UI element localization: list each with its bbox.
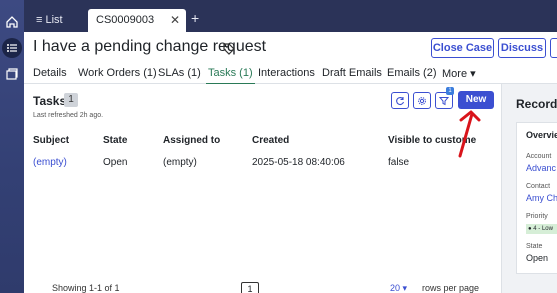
cell-visible: false [388,157,410,168]
rows-per-page-select[interactable]: 20 ▾ [390,283,407,293]
column-header-state[interactable]: State [103,135,127,146]
discuss-button[interactable]: Discuss [498,38,546,58]
tab-label: List [45,14,63,26]
add-tab-icon[interactable]: + [191,10,199,26]
field-label-state: State [526,243,543,250]
pagination-summary: Showing 1-1 of 1 [52,283,120,293]
column-header-created[interactable]: Created [252,135,289,146]
list-icon: ≡ [36,14,43,26]
nav-rail [0,0,24,293]
record-info-title: Record I [516,97,557,111]
panel-title: Tasks [33,94,67,108]
tab-list[interactable]: ≡ List [28,9,84,32]
field-value-contact[interactable]: Amy Ch [526,193,557,203]
filter-icon [439,96,449,105]
tab-slas[interactable]: SLAs (1) [158,67,201,79]
tab-draft-emails[interactable]: Draft Emails [322,67,382,79]
record-subtabs: Details Work Orders (1) SLAs (1) Tasks (… [24,62,557,85]
gear-icon [418,96,426,105]
close-case-button[interactable]: Close Case [431,38,494,58]
tab-more[interactable]: More ▾ [442,67,476,80]
field-value-state: Open [526,253,549,263]
task-count-badge: 1 [64,93,78,107]
home-icon[interactable] [4,14,20,30]
priority-value: 4 - Low [533,226,553,232]
last-refreshed: Last refreshed 2h ago. [33,112,104,119]
settings-button[interactable] [413,92,431,109]
rows-per-page-label: rows per page [422,283,480,293]
tab-work-orders[interactable]: Work Orders (1) [78,67,157,79]
close-icon[interactable]: ✕ [170,13,180,27]
cell-subject-link[interactable]: (empty) [33,157,67,168]
menu-list-icon[interactable] [2,38,22,58]
refresh-icon [396,96,405,105]
records-icon[interactable] [4,66,20,82]
priority-badge: ● 4 - Low [526,224,557,234]
column-header-assigned-to[interactable]: Assigned to [163,135,220,146]
tab-tasks[interactable]: Tasks (1) [206,67,255,85]
filter-count-badge: 1 [446,87,454,95]
field-label-contact: Contact [526,183,551,190]
cell-assigned-to: (empty) [163,157,197,168]
refresh-button[interactable] [391,92,409,109]
tab-record[interactable]: CS0009003 ✕ [88,9,186,32]
page-button[interactable]: 1 [241,282,259,293]
column-header-subject[interactable]: Subject [33,135,69,146]
tab-label: CS0009003 [96,14,155,26]
tab-emails[interactable]: Emails (2) [387,67,437,79]
workspace-tab-bar: ≡ List CS0009003 ✕ + [24,0,557,32]
tab-interactions[interactable]: Interactions [258,67,315,79]
field-value-account[interactable]: Advanc [526,163,556,173]
cell-state: Open [103,157,128,168]
field-label-priority: Priority [526,213,548,220]
tag-icon[interactable] [223,43,235,55]
more-actions-button[interactable] [550,38,557,58]
overview-heading: Overvie [526,130,557,140]
field-label-account: Account [526,153,552,160]
tasks-panel: Tasks 1 Last refreshed 2h ago. 1 New Sub… [24,84,500,293]
tab-details[interactable]: Details [33,67,67,79]
annotation-arrow [458,110,481,158]
cell-created: 2025-05-18 08:40:06 [252,157,345,168]
